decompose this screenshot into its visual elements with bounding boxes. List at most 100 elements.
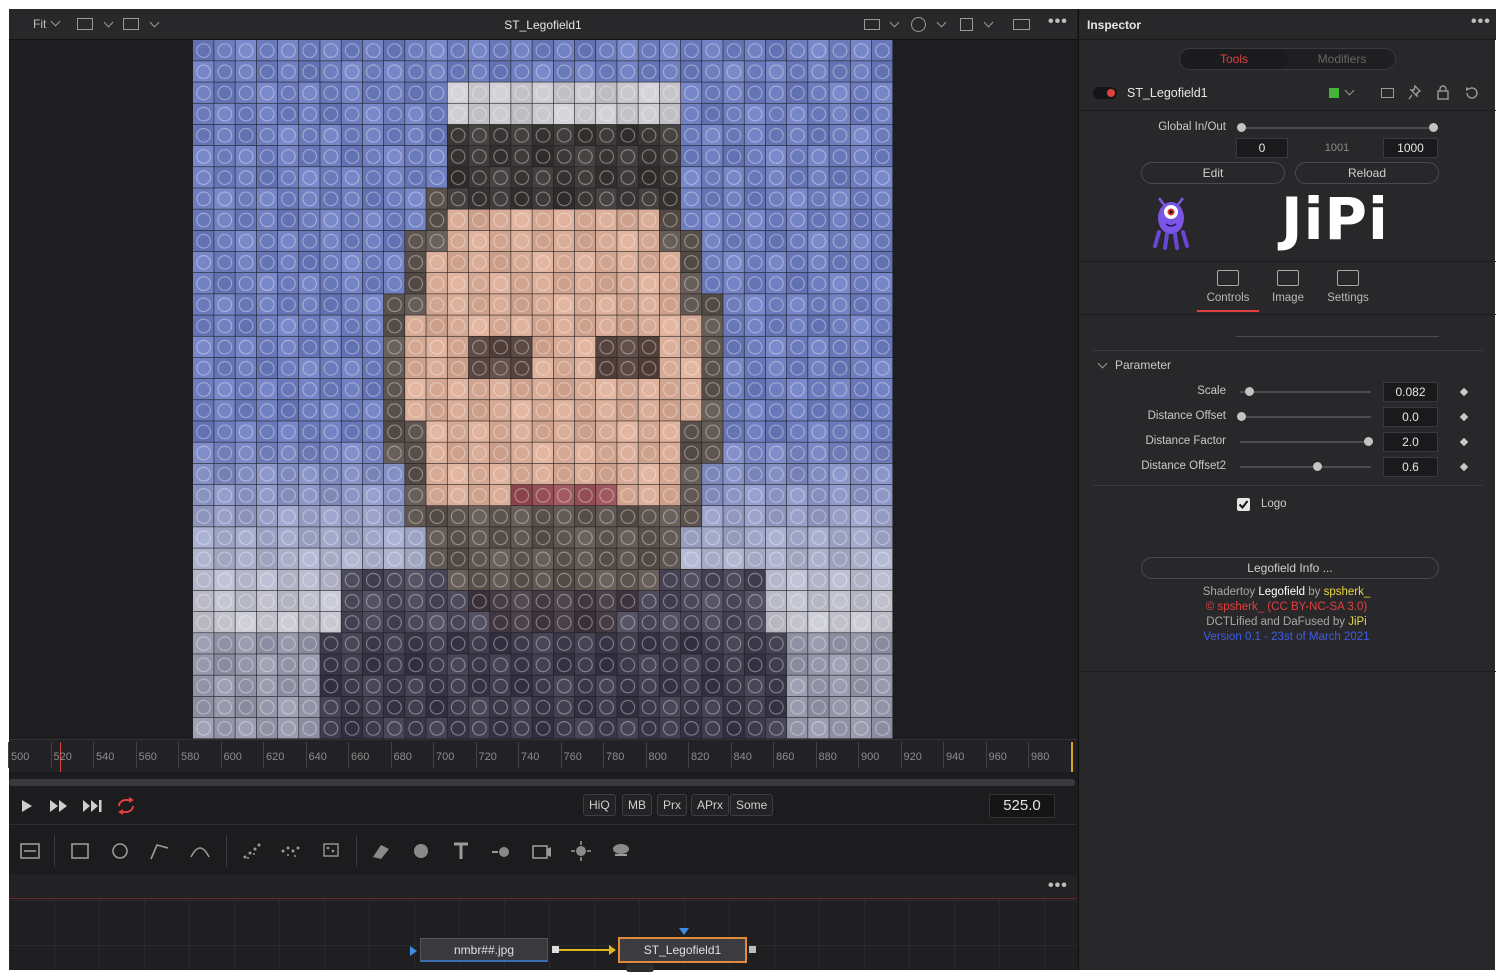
chevron-down-icon[interactable] [983, 17, 994, 28]
shape-3d-icon[interactable] [409, 839, 433, 863]
image-plane-3d-icon[interactable] [369, 839, 393, 863]
more-options-icon[interactable]: ••• [1471, 13, 1491, 31]
divider [1079, 314, 1496, 315]
tool-enable-toggle[interactable] [1093, 87, 1117, 99]
roi-icon[interactable] [1013, 19, 1030, 30]
checker-icon[interactable] [864, 19, 880, 30]
loader-node[interactable]: nmbr##.jpg [420, 938, 548, 962]
lock-icon[interactable] [1437, 85, 1449, 100]
current-frame-field[interactable]: 525.0 [989, 794, 1055, 818]
param-value-field[interactable]: 0.6 [1383, 457, 1438, 477]
polygon-mask-icon[interactable] [148, 839, 172, 863]
reload-button[interactable]: Reload [1295, 162, 1439, 184]
more-options-icon[interactable]: ••• [1048, 13, 1068, 31]
param-slider-knob[interactable] [1364, 437, 1374, 446]
color-channels-icon[interactable] [911, 17, 926, 32]
global-in-field[interactable]: 0 [1236, 138, 1288, 158]
proxy-button[interactable]: Prx [657, 794, 687, 816]
ellipse-mask-icon[interactable] [108, 839, 132, 863]
monster-mascot-icon [1153, 197, 1189, 250]
credit-legofield: Legofield [1258, 586, 1306, 598]
light-3d-icon[interactable] [569, 839, 593, 863]
particle-emitter-icon[interactable] [240, 839, 264, 863]
tab-settings[interactable]: Settings [1318, 270, 1378, 304]
loop-icon[interactable] [115, 797, 137, 815]
param-slider[interactable] [1240, 466, 1371, 468]
chevron-down-icon[interactable] [1344, 85, 1355, 96]
fusion-app: Fit ST_Legofield1 ••• 500 520 540 560 580 600… [8, 9, 1496, 972]
legofield-node[interactable]: ST_Legofield1 [618, 937, 747, 963]
chevron-down-icon[interactable] [936, 17, 947, 28]
timeline-tick [348, 742, 349, 768]
keyframe-icon[interactable] [1459, 412, 1469, 422]
param-slider-knob[interactable] [1244, 387, 1254, 396]
some-button[interactable]: Some [730, 794, 774, 816]
global-out-field[interactable]: 1000 [1383, 138, 1438, 158]
logo-checkbox[interactable] [1237, 498, 1250, 511]
particle-render-icon[interactable] [279, 839, 303, 863]
param-slider-knob[interactable] [1237, 412, 1246, 421]
merge-3d-icon[interactable] [489, 839, 513, 863]
play-icon[interactable] [20, 799, 34, 813]
particle-style-icon[interactable] [319, 839, 343, 863]
bspline-mask-icon[interactable] [188, 839, 212, 863]
hiq-button[interactable]: HiQ [583, 794, 616, 816]
connection-arrow-icon [609, 945, 616, 955]
output-port[interactable] [552, 946, 559, 953]
param-value-field[interactable]: 2.0 [1383, 432, 1438, 452]
output-port[interactable] [749, 946, 756, 953]
merge-icon[interactable] [18, 839, 42, 863]
chevron-down-icon[interactable] [149, 17, 160, 28]
timeline-tick-label: 820 [691, 751, 710, 763]
node-editor[interactable]: nmbr##.jpg ST_Legofield1 [9, 900, 1077, 972]
global-in-handle[interactable] [1237, 123, 1246, 132]
tab-tools[interactable]: Tools [1180, 49, 1288, 69]
tile-color-swatch[interactable] [1329, 88, 1339, 98]
edit-button[interactable]: Edit [1141, 162, 1285, 184]
param-value-field[interactable]: 0.0 [1383, 407, 1438, 427]
section-parameter[interactable]: Parameter [1115, 358, 1171, 372]
keyframe-icon[interactable] [1459, 387, 1469, 397]
pin-icon[interactable] [1408, 85, 1422, 101]
chevron-down-icon[interactable] [103, 17, 114, 28]
tab-image[interactable]: Image [1258, 270, 1318, 304]
rectangle-mask-icon[interactable] [68, 839, 92, 863]
versions-icon[interactable] [1381, 88, 1394, 98]
chevron-down-icon[interactable] [1097, 358, 1108, 369]
more-options-icon[interactable]: ••• [1048, 877, 1068, 895]
camera-3d-icon[interactable] [529, 839, 553, 863]
fast-forward-icon[interactable] [49, 799, 69, 813]
end-marker[interactable] [1071, 742, 1073, 772]
timeline-tick [93, 742, 94, 768]
viewer[interactable] [9, 40, 1077, 739]
timeline-scrollbar[interactable] [9, 779, 1075, 786]
param-slider[interactable] [1240, 391, 1371, 393]
global-out-handle[interactable] [1429, 123, 1438, 132]
tab-controls[interactable]: Controls [1198, 270, 1258, 304]
layout-icon[interactable] [77, 18, 93, 30]
global-inout-label: Global In/Out [1158, 121, 1226, 133]
legofield-info-button[interactable]: Legofield Info ... [1141, 557, 1439, 579]
renderer-3d-icon[interactable] [609, 839, 633, 863]
skip-end-icon[interactable] [82, 799, 104, 813]
text-3d-icon[interactable] [449, 839, 473, 863]
grid-icon[interactable] [960, 18, 973, 31]
tab-modifiers[interactable]: Modifiers [1288, 49, 1396, 69]
tab-controls-label: Controls [1206, 292, 1250, 304]
timeline-tick [433, 742, 434, 768]
keyframe-icon[interactable] [1459, 437, 1469, 447]
auto-proxy-button[interactable]: APrx [691, 794, 730, 816]
param-slider[interactable] [1240, 441, 1371, 443]
window-icon[interactable] [123, 18, 139, 30]
fit-dropdown[interactable]: Fit [33, 16, 61, 31]
param-slider[interactable] [1240, 416, 1371, 418]
timeline-ruler[interactable]: 500 520 540 560 580 600 620 640 660 680 700 720 740 7… [8, 739, 1077, 772]
keyframe-icon[interactable] [1459, 462, 1469, 472]
global-inout-range[interactable] [1240, 127, 1433, 129]
param-value-field[interactable]: 0.082 [1383, 382, 1438, 402]
reset-icon[interactable] [1464, 85, 1479, 100]
param-slider-knob[interactable] [1312, 462, 1322, 471]
timeline-tick-label: 680 [393, 751, 412, 763]
motion-blur-button[interactable]: MB [622, 794, 652, 816]
chevron-down-icon[interactable] [889, 17, 900, 28]
